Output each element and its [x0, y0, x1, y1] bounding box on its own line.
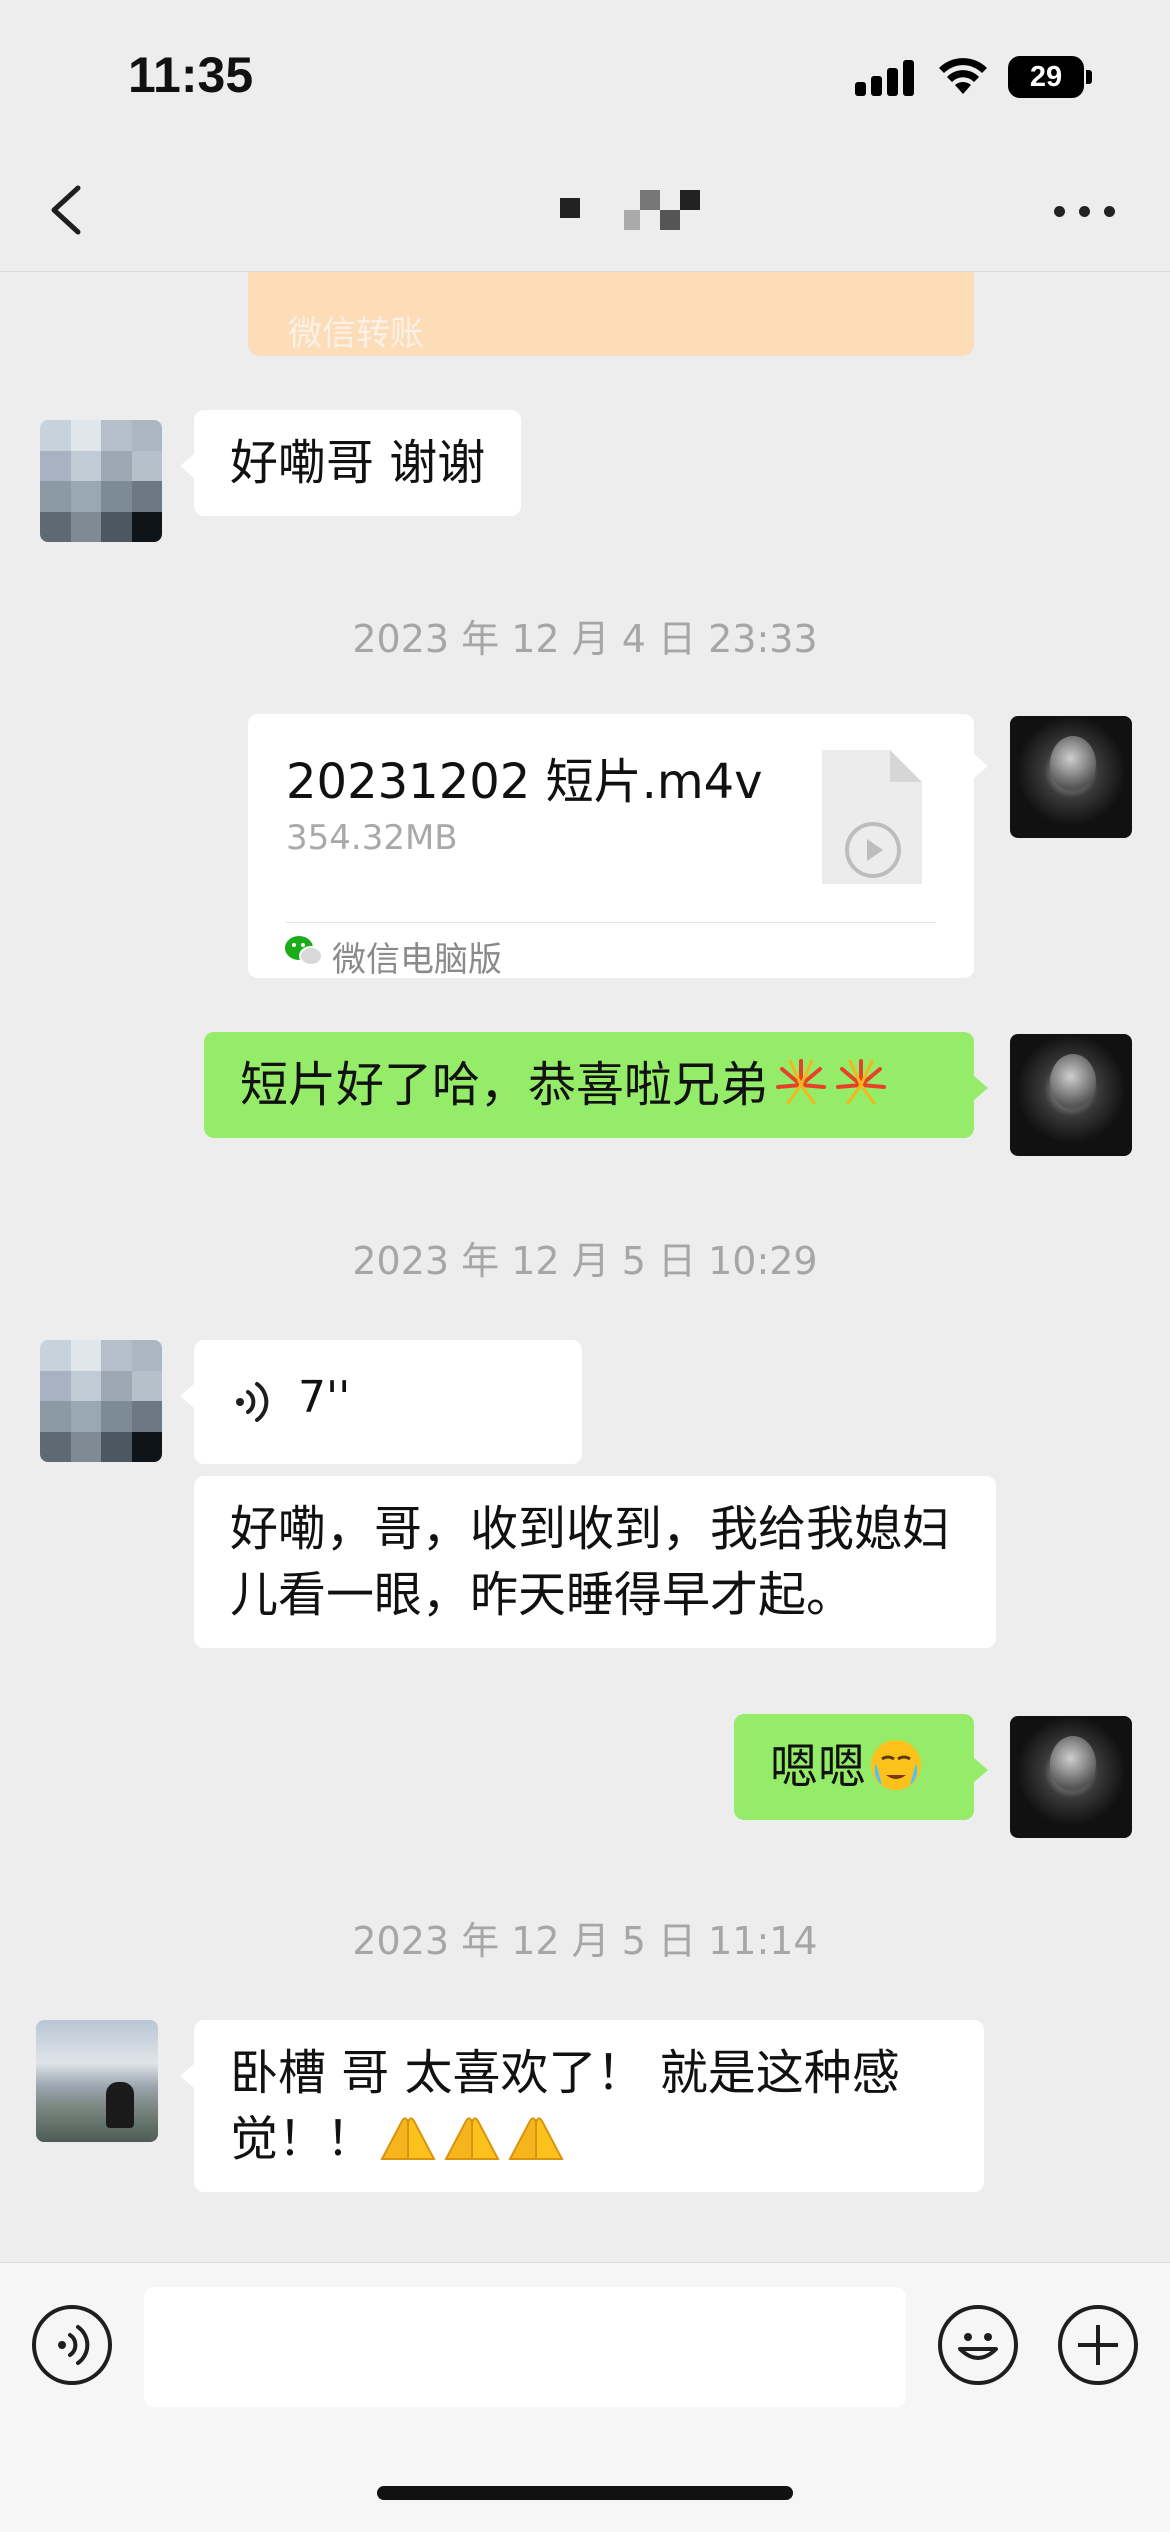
chevron-left-icon[interactable] [40, 180, 100, 240]
chat-title-redacted [540, 190, 710, 230]
wifi-icon [939, 58, 987, 94]
more-options-button[interactable] [1050, 190, 1120, 230]
fireworks-emoji-icon [836, 1059, 887, 1105]
voice-wave-icon [236, 1382, 269, 1422]
wechat-logo-icon [285, 936, 323, 966]
message-text: 好嘞哥 谢谢 [230, 435, 486, 491]
chat-timestamp: 2023 年 12 月 4 日 23:33 [352, 617, 818, 661]
sent-message[interactable]: 短片好了哈，恭喜啦兄弟 [204, 1032, 988, 1138]
folded-hands-emoji-icon [380, 2117, 436, 2160]
contact-avatar[interactable] [36, 2020, 158, 2142]
folded-hands-emoji-icon [444, 2117, 500, 2160]
battery-icon: 29 [1008, 56, 1092, 98]
battery-level: 29 [1008, 56, 1084, 98]
received-message[interactable]: 好嘞，哥，收到收到，我给我媳妇儿看一眼，昨天睡得早才起。 [194, 1476, 996, 1648]
contact-avatar[interactable] [40, 1340, 162, 1462]
smiley-face-icon [958, 2333, 998, 2360]
home-indicator[interactable] [377, 2486, 793, 2500]
play-icon [845, 822, 901, 878]
voice-input-button[interactable] [32, 2305, 112, 2385]
crying-face-emoji-icon [871, 1740, 922, 1790]
fireworks-emoji-icon [776, 1059, 827, 1105]
sent-message[interactable]: 嗯嗯 [734, 1714, 988, 1820]
chat-timestamp: 2023 年 12 月 5 日 11:14 [352, 1919, 818, 1963]
received-message[interactable]: 好嘞哥 谢谢 [179, 410, 522, 516]
message-text: 短片好了哈，恭喜啦兄弟 [240, 1057, 769, 1113]
emoji-button[interactable] [938, 2305, 1018, 2385]
file-source-label: 微信电脑版 [332, 940, 502, 980]
divider [286, 922, 936, 923]
chat-message-list[interactable]: 微信转账 好嘞哥 谢谢 2023 年 12 月 4 日 23:33 202312… [0, 272, 1170, 2262]
ellipsis-icon [1054, 206, 1065, 217]
message-text: 嗯嗯 [770, 1739, 867, 1795]
chat-timestamp: 2023 年 12 月 5 日 10:29 [352, 1239, 818, 1283]
navigation-bar [0, 150, 1170, 272]
my-avatar[interactable] [1010, 1716, 1132, 1838]
cellular-signal-icon [855, 60, 915, 96]
voice-duration: 7'' [298, 1372, 351, 1423]
message-text: 好嘞，哥，收到收到，我给我媳妇儿看一眼，昨天睡得早才起。 [230, 1501, 951, 1623]
status-bar: 11:35 29 [0, 0, 1170, 150]
transfer-label: 微信转账 [288, 314, 424, 354]
received-message[interactable]: 卧槽 哥 太喜欢了！ 就是这种感觉！！ [180, 2020, 984, 2192]
plus-icon[interactable] [1058, 2305, 1138, 2385]
my-avatar[interactable] [1010, 716, 1132, 838]
file-message-card[interactable]: 20231202 短片.m4v 354.32MB 微信电脑版 [248, 714, 988, 980]
file-name: 20231202 短片.m4v [286, 754, 763, 810]
voice-message[interactable]: 7'' [180, 1340, 582, 1464]
wechat-transfer-card[interactable]: 微信转账 [248, 272, 974, 356]
folded-hands-emoji-icon [508, 2117, 564, 2160]
my-avatar[interactable] [1010, 1034, 1132, 1156]
contact-avatar[interactable] [40, 420, 162, 542]
message-text-field[interactable] [144, 2287, 906, 2407]
voice-wave-icon [58, 2325, 90, 2365]
clock-time: 11:35 [128, 47, 254, 103]
file-size: 354.32MB [286, 818, 458, 858]
